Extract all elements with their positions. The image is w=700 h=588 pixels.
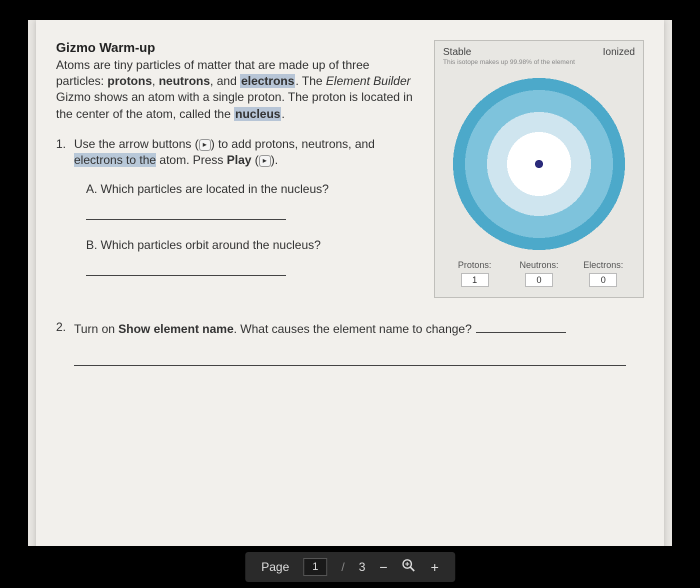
gizmo-panel: Stable Ionized This isotope makes up 99.… [434, 40, 644, 298]
bold-play: Play [227, 153, 252, 167]
protons-label: Protons: [443, 260, 506, 270]
text: atom. Press [156, 153, 227, 167]
protons-value: 1 [461, 273, 489, 287]
zoom-icon[interactable] [402, 558, 417, 576]
zoom-out-button[interactable]: − [379, 559, 387, 575]
text: . What causes the element name to change… [234, 322, 472, 336]
text: , and [210, 74, 240, 88]
neutrons-counter: Neutrons: 0 [507, 260, 570, 287]
stable-label: Stable [443, 47, 471, 58]
isotope-subtitle: This isotope makes up 99.98% of the elem… [443, 59, 635, 66]
text: ) to add protons, neutrons, and [211, 137, 375, 151]
electrons-label: Electrons: [572, 260, 635, 270]
italic-element-builder: Element Builder [326, 74, 411, 88]
viewer-frame: Gizmo Warm-up Atoms are tiny particles o… [28, 20, 672, 558]
page-current-input[interactable]: 1 [303, 558, 327, 576]
question-1b: B. Which particles orbit around the nucl… [86, 238, 418, 252]
zoom-in-button[interactable]: + [431, 559, 439, 575]
page-label: Page [261, 560, 289, 574]
page-total: 3 [359, 560, 366, 574]
q1-number: 1. [56, 136, 74, 168]
electrons-value: 0 [589, 273, 617, 287]
text: , [152, 74, 159, 88]
ionized-label: Ionized [603, 47, 635, 58]
neutrons-value: 0 [525, 273, 553, 287]
bold-nucleus: nucleus [234, 107, 281, 121]
q2-number: 2. [56, 320, 74, 336]
answer-blank-2b [74, 352, 626, 366]
text: . The [295, 74, 325, 88]
question-1: 1. Use the arrow buttons (▸) to add prot… [56, 136, 418, 168]
page-sep: / [341, 560, 344, 574]
text: ). [271, 153, 278, 167]
atom-diagram [451, 76, 627, 252]
question-2: 2. Turn on Show element name. What cause… [56, 320, 644, 336]
hl-text: electrons to the [74, 153, 156, 167]
protons-counter: Protons: 1 [443, 260, 506, 287]
question-1a: A. Which particles are located in the nu… [86, 182, 418, 196]
text: . [281, 107, 284, 121]
intro-paragraph: Atoms are tiny particles of matter that … [56, 57, 418, 122]
document-page: Gizmo Warm-up Atoms are tiny particles o… [36, 20, 664, 558]
section-title: Gizmo Warm-up [56, 40, 418, 55]
text: Turn on [74, 322, 118, 336]
bold-show-element: Show element name [118, 322, 233, 336]
electrons-counter: Electrons: 0 [572, 260, 635, 287]
bold-electrons: electrons [240, 74, 295, 88]
text: ( [251, 153, 258, 167]
answer-blank-1b [86, 262, 286, 276]
answer-blank-1a [86, 206, 286, 220]
text: Use the arrow buttons ( [74, 137, 199, 151]
bold-neutrons: neutrons [159, 74, 210, 88]
play-icon: ▸ [259, 155, 271, 167]
bold-protons: protons [107, 74, 152, 88]
arrow-icon: ▸ [199, 139, 211, 151]
neutrons-label: Neutrons: [507, 260, 570, 270]
pdf-toolbar: Page 1 / 3 − + [245, 552, 455, 582]
answer-blank-2a [476, 320, 566, 333]
